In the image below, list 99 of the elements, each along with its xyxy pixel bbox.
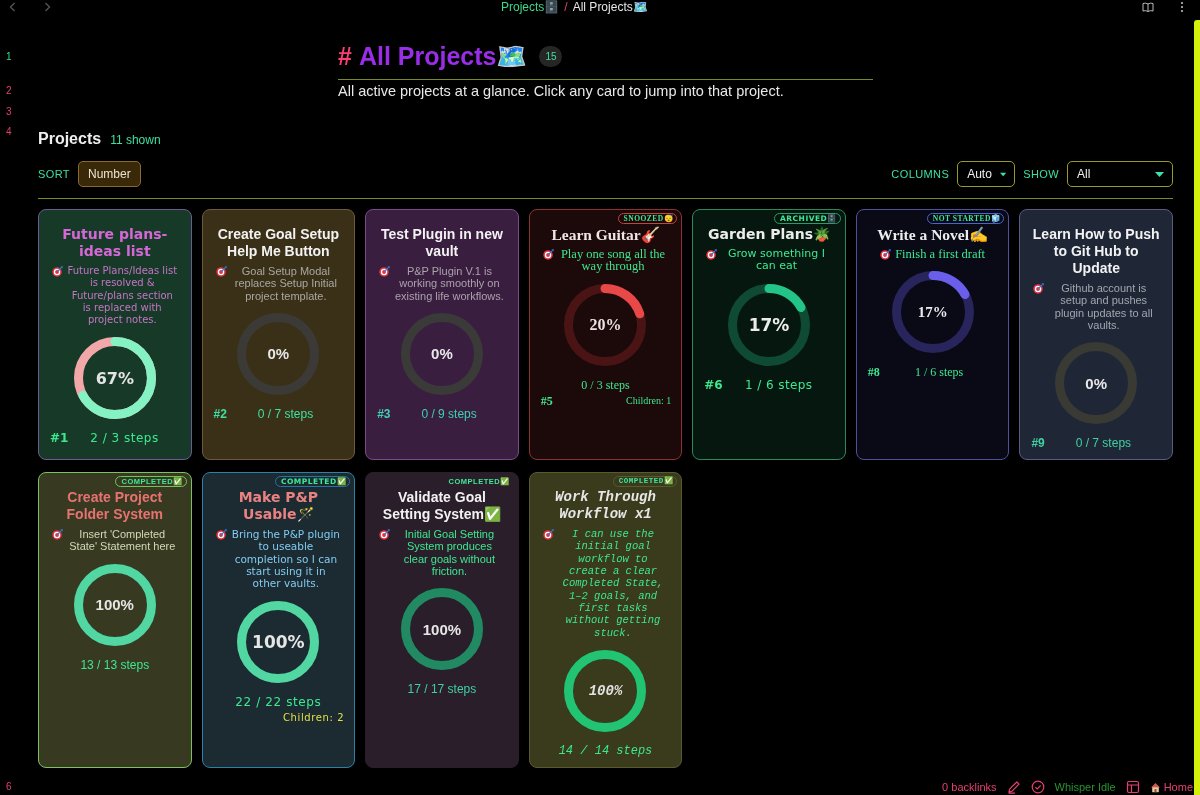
goal-text: Github account is setup and pushes plugin updates to all vaults.	[1053, 282, 1154, 332]
sort-button[interactable]: Number	[77, 161, 141, 187]
children-count: Children: 1	[626, 395, 672, 407]
goal-text: Goal Setup Modal replaces Setup Initial project template.	[233, 265, 338, 302]
children-count: Children: 2	[283, 712, 345, 724]
percent-label: 0%	[431, 345, 453, 363]
percent-label: 0%	[267, 345, 290, 363]
line-number: 3	[5, 105, 13, 119]
sort-label: SORT	[38, 168, 70, 180]
backlinks-count[interactable]: 0 backlinks	[942, 781, 997, 793]
project-number: #1	[49, 430, 69, 447]
columns-label: COLUMNS	[891, 168, 950, 180]
project-card[interactable]: Future plans-ideas list Future Plans/Ideas list is resolved & Future/plans section is replaced with project notes. 67% #1 2 / 3 steps	[38, 209, 192, 461]
page-description: All active projects at a glance. Click any card to jump into that project.	[338, 82, 785, 101]
whisper-status[interactable]: Whisper Idle	[1054, 781, 1116, 793]
project-number: #3	[376, 405, 391, 422]
goal-text: Grow something I can eat	[727, 248, 827, 273]
percent-label: 17%	[748, 314, 790, 335]
columns-select[interactable]: Auto	[957, 161, 1016, 187]
goal-text: Play one song all the way through	[559, 248, 667, 273]
house-icon	[1149, 781, 1161, 793]
caret-icon	[999, 171, 1007, 177]
breadcrumb-item[interactable]: All Projects🗺	[572, 0, 648, 14]
target-icon	[542, 529, 554, 541]
card-title: Write a Novel✍	[876, 226, 990, 243]
goal-text: Future Plans/Ideas list is resolved & Future/plans section is replaced with project notes.	[67, 265, 178, 327]
steps-count: 0 / 7 steps	[1074, 435, 1133, 452]
scrollbar[interactable]	[1194, 20, 1200, 795]
card-title: Garden Plans🪴	[707, 226, 832, 243]
line-number: 1	[5, 49, 13, 64]
percent-label: 20%	[589, 315, 622, 334]
project-number: #6	[703, 376, 723, 393]
count-badge: 15	[539, 45, 563, 67]
steps-count: 13 / 13 steps	[79, 656, 151, 673]
target-icon	[379, 266, 391, 277]
steps-count: 1 / 6 steps	[913, 364, 965, 381]
steps-count: 0 / 3 steps	[581, 376, 630, 393]
check-circle-icon[interactable]	[1030, 780, 1045, 794]
breadcrumb-separator: /	[564, 0, 568, 14]
percent-label: 0%	[1085, 374, 1108, 392]
show-select[interactable]: All	[1067, 161, 1173, 187]
percent-label: 100%	[252, 631, 305, 652]
target-icon	[215, 266, 227, 277]
line-number: 2	[5, 84, 13, 98]
home-link[interactable]: Home	[1163, 781, 1193, 793]
card-title: Future plans-ideas list	[61, 226, 169, 260]
target-icon	[52, 529, 63, 541]
percent-label: 100%	[95, 596, 134, 614]
goal-text: I can use the initial goal workflow to create a clear Completed State, 1–2 goals, and first tasks without getting stuck.	[561, 528, 665, 639]
layout-icon[interactable]	[1125, 780, 1140, 794]
project-number: #2	[212, 405, 227, 422]
goal-text: Initial Goal Setting System produces clear goals without friction.	[402, 528, 496, 578]
percent-label: 17%	[917, 303, 948, 321]
steps-count: 2 / 3 steps	[89, 430, 160, 447]
project-number: #5	[539, 392, 553, 409]
card-title: Learn How to Push to Git Hub to Update	[1031, 226, 1161, 277]
percent-label: 100%	[422, 620, 462, 638]
project-card[interactable]: Test Plugin in new vault P&P Plugin V.1 is working smoothly on existing life workflows. 0% #3 0 / 9 steps	[365, 209, 519, 461]
steps-count: 1 / 6 steps	[744, 376, 814, 393]
goal-text: Insert 'Completed State' Statement here	[68, 528, 177, 553]
section-title: Projects	[38, 130, 102, 148]
steps-count: 0 / 9 steps	[420, 405, 478, 422]
goal-text: Finish a first draft	[895, 248, 986, 261]
target-icon	[379, 529, 391, 541]
target-icon	[880, 249, 892, 260]
target-icon	[542, 249, 554, 260]
shown-count: 11 shown	[110, 133, 161, 147]
steps-count: 17 / 17 steps	[406, 681, 478, 698]
target-icon	[52, 266, 63, 277]
steps-count: 0 / 7 steps	[256, 405, 315, 422]
show-label: SHOW	[1023, 168, 1059, 180]
breadcrumb-item[interactable]: Projects🗄	[501, 0, 560, 14]
card-title: Create Project Folder System	[65, 489, 164, 524]
line-number: 4	[5, 125, 13, 139]
book-icon[interactable]	[1142, 1, 1154, 13]
percent-label: 100%	[588, 682, 623, 699]
target-icon	[706, 249, 718, 260]
goal-text: P&P Plugin V.1 is working smoothly on existing life workflows.	[394, 265, 505, 302]
card-title: Validate Goal Setting System✅	[381, 489, 502, 524]
project-card[interactable]: Learn How to Push to Git Hub to Update Github account is setup and pushes plugin updates to all vaults. 0% #9 0 / 7 steps	[1019, 209, 1173, 461]
card-title: Create Goal Setup Help Me Button	[216, 226, 341, 260]
card-title: Make P&P Usable🪄	[237, 489, 320, 524]
project-number: #9	[1030, 435, 1045, 452]
target-icon	[1033, 283, 1045, 294]
card-title: Work Through Workflow x1	[554, 489, 657, 524]
caret-icon	[1155, 171, 1164, 177]
card-title: Learn Guitar🎸	[550, 226, 661, 243]
project-number: #8	[866, 364, 880, 381]
project-card[interactable]: Create Goal Setup Help Me Button Goal Setup Modal replaces Setup Initial project template. 0% #2 0 / 7 steps	[201, 209, 356, 461]
steps-count: 22 / 22 steps	[235, 693, 322, 710]
pencil-icon[interactable]	[1006, 780, 1021, 794]
line-number: 6	[5, 780, 13, 794]
steps-count: 14 / 14 steps	[557, 742, 654, 759]
goal-text: Bring the P&P plugin to useable completion so I can start using it in other vaults.	[230, 528, 341, 590]
target-icon	[215, 529, 227, 541]
page-title: All Projects🗺	[358, 41, 528, 71]
card-title: Test Plugin in new vault	[380, 226, 504, 260]
heading-marker: #	[338, 41, 352, 71]
percent-label: 67%	[95, 369, 134, 388]
